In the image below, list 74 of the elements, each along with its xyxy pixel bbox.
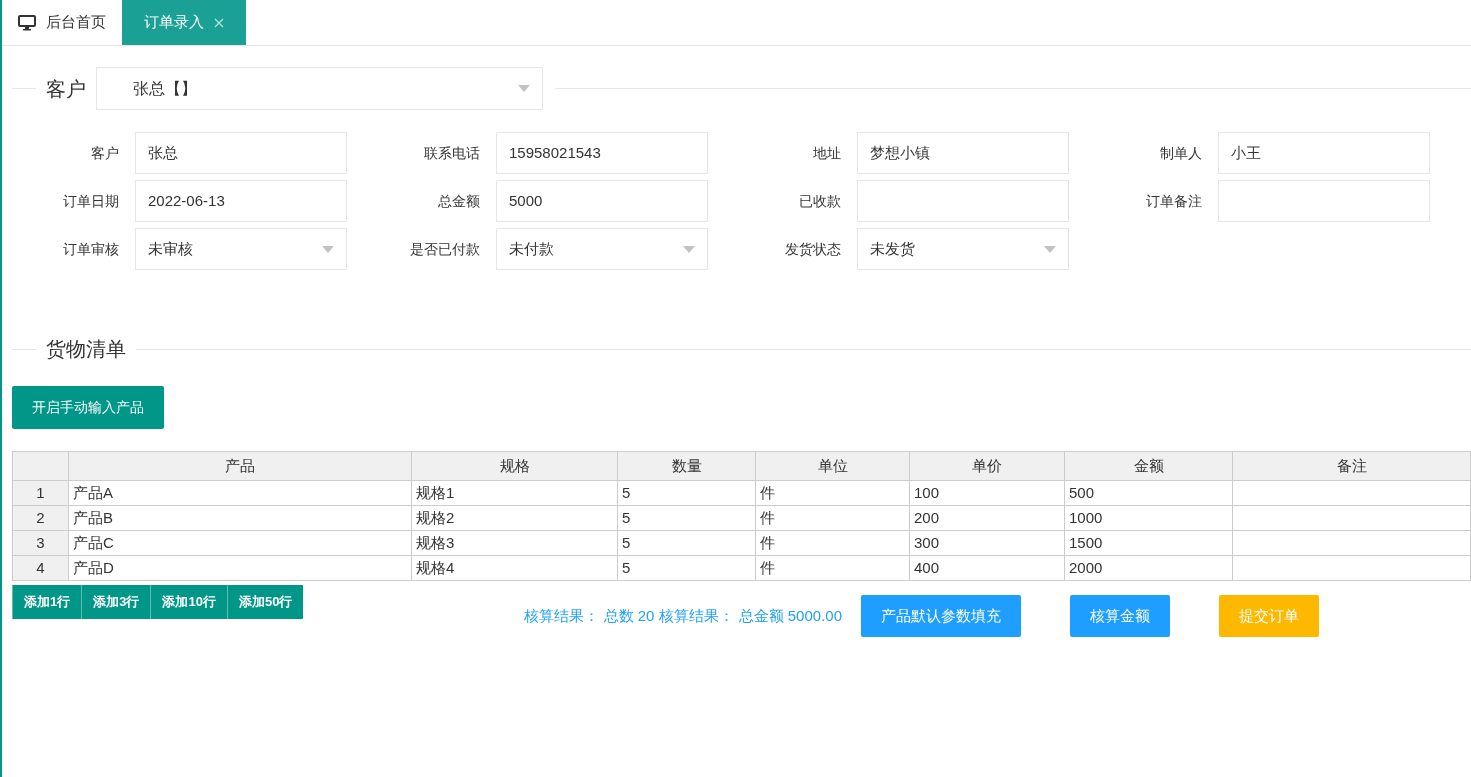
- close-icon[interactable]: [214, 17, 224, 28]
- table-cell: 1000: [1064, 505, 1233, 531]
- dropdown-arrow-icon: [683, 245, 695, 253]
- table-cell: 300: [909, 530, 1065, 556]
- table-cell: 件: [755, 480, 910, 506]
- table-cell: 件: [755, 530, 910, 556]
- field-label: 已收款: [798, 191, 841, 211]
- column-header: 产品: [68, 451, 412, 481]
- field-label: 客户: [90, 143, 119, 163]
- add-rows-button[interactable]: 添加50行: [226, 585, 304, 619]
- field-label: 订单审核: [62, 239, 119, 259]
- input-field[interactable]: [857, 180, 1069, 222]
- input-field[interactable]: 张总: [135, 132, 347, 174]
- table-cell: 产品D: [68, 555, 412, 581]
- summary-text: 核算结果： 总数 20: [524, 605, 655, 626]
- table-cell: 5: [617, 530, 756, 556]
- add-rows-button[interactable]: 添加3行: [81, 585, 151, 619]
- table-cell: 100: [909, 480, 1065, 506]
- select-field[interactable]: 未付款: [496, 228, 708, 270]
- table-cell: 规格3: [411, 530, 618, 556]
- select-field[interactable]: 未审核: [135, 228, 347, 270]
- column-header: 金额: [1064, 451, 1233, 481]
- input-field[interactable]: 5000: [496, 180, 708, 222]
- table-cell: 件: [755, 505, 910, 531]
- dropdown-arrow-icon: [1044, 245, 1056, 253]
- table-cell: 件: [755, 555, 910, 581]
- table-cell: 产品A: [68, 480, 412, 506]
- row-number: 1: [12, 480, 69, 506]
- input-field[interactable]: [1218, 180, 1430, 222]
- table-cell: 5: [617, 480, 756, 506]
- input-field[interactable]: 15958021543: [496, 132, 708, 174]
- column-header: 规格: [411, 451, 618, 481]
- add-rows-button[interactable]: 添加1行: [12, 585, 82, 619]
- field-label: 订单备注: [1145, 191, 1202, 211]
- table-cell: 规格1: [411, 480, 618, 506]
- select-field[interactable]: 未发货: [857, 228, 1069, 270]
- section-legend: 客户: [36, 73, 96, 104]
- column-header: 备注: [1232, 451, 1471, 481]
- input-field[interactable]: 小王: [1218, 132, 1430, 174]
- table-cell: 500: [1064, 480, 1233, 506]
- tab[interactable]: 后台首页: [2, 0, 122, 45]
- summary-text: 核算结果： 总金额 5000.00: [659, 605, 842, 626]
- section-legend: 货物清单: [36, 334, 136, 364]
- row-number: 4: [12, 555, 69, 581]
- table-cell: 产品C: [68, 530, 412, 556]
- field-label: 制单人: [1159, 143, 1202, 163]
- table-cell: 1500: [1064, 530, 1233, 556]
- table-cell: 2000: [1064, 555, 1233, 581]
- customer-select[interactable]: 张总【】: [96, 67, 543, 110]
- input-field[interactable]: 2022-06-13: [135, 180, 347, 222]
- table-cell: 200: [909, 505, 1065, 531]
- table-cell: 5: [617, 555, 756, 581]
- field-label: 订单日期: [62, 191, 119, 211]
- row-number: 3: [12, 530, 69, 556]
- column-header: 数量: [617, 451, 756, 481]
- column-header: 单位: [755, 451, 910, 481]
- field-label: 是否已付款: [409, 239, 480, 259]
- field-label: 联系电话: [423, 143, 480, 163]
- input-field[interactable]: 梦想小镇: [857, 132, 1069, 174]
- manual-input-button[interactable]: 开启手动输入产品: [12, 386, 164, 429]
- dropdown-arrow-icon: [518, 85, 530, 92]
- column-header: 单价: [909, 451, 1065, 481]
- table-cell: 5: [617, 505, 756, 531]
- table-cell: 400: [909, 555, 1065, 581]
- table-cell: 规格4: [411, 555, 618, 581]
- dropdown-arrow-icon: [322, 245, 334, 253]
- add-rows-button[interactable]: 添加10行: [150, 585, 227, 619]
- table-cell: 规格2: [411, 505, 618, 531]
- field-label: 总金额: [437, 191, 480, 211]
- table-cell: 产品B: [68, 505, 412, 531]
- monitor-icon: [18, 14, 36, 31]
- field-label: 发货状态: [784, 239, 841, 259]
- field-label: 地址: [812, 143, 841, 163]
- row-number: 2: [12, 505, 69, 531]
